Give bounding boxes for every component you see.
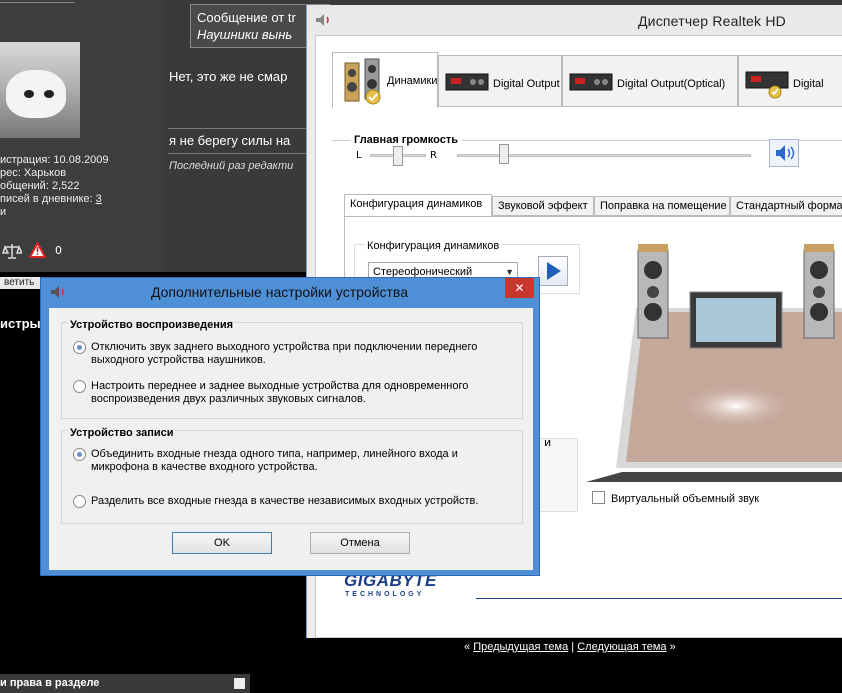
divider [476, 598, 842, 599]
diary-link[interactable]: 3 [96, 193, 102, 205]
ok-button[interactable]: OK [172, 532, 272, 554]
balance-right-label: R [430, 150, 437, 161]
reply-button[interactable]: ветить [0, 277, 40, 289]
tab-digital[interactable]: Digital [738, 55, 842, 107]
device-tabs: Динамики Digital Output Digital Output(O… [332, 52, 842, 110]
recording-device-group [61, 430, 523, 524]
balance-slider-thumb[interactable] [393, 146, 403, 166]
nav-separator: | [571, 641, 575, 653]
tab-digital-output-optical[interactable]: Digital Output(Optical) [562, 55, 738, 107]
tab-default-format[interactable]: Стандартный формат [730, 196, 842, 216]
tab-label: Digital Output [493, 78, 560, 90]
thread-navigation: « Предыдущая тема | Следующая тема » [464, 641, 676, 653]
icon-count: 0 [55, 244, 62, 257]
mute-button[interactable] [769, 139, 799, 167]
profile-line-extra: и [0, 206, 7, 218]
scales-icon[interactable] [2, 242, 22, 260]
virtual-surround-checkbox[interactable] [592, 491, 605, 504]
speaker-icon [51, 286, 64, 298]
permissions-bar: и права в разделе [0, 674, 250, 693]
virtual-surround-option[interactable]: Виртуальный объемный звук [592, 491, 759, 505]
volume-slider-thumb[interactable] [499, 144, 510, 164]
tab-digital-output[interactable]: Digital Output [438, 55, 562, 107]
divider [0, 0, 75, 3]
tab-speaker-config[interactable]: Конфигурация динамиков [344, 194, 492, 216]
permissions-label: и права в разделе [0, 677, 100, 689]
prev-thread-link[interactable]: Предыдущая тема [473, 641, 568, 653]
title-bar: Диспетчер Realtek HD [307, 5, 842, 35]
recording-group-title: Устройство записи [68, 427, 176, 439]
speaker-icon [316, 14, 329, 26]
radio-button[interactable] [73, 448, 86, 461]
hidden-group-label: и [544, 436, 552, 449]
user-profile-info: истрация: 10.08.2009 рес: Харьков общени… [0, 154, 109, 219]
profile-line-diary: писей в дневнике: 3 [0, 193, 102, 205]
quote-author: Сообщение от tr [197, 10, 296, 25]
edited-note: Последний раз редакти [169, 160, 294, 172]
radio-button[interactable] [73, 380, 86, 393]
tab-sound-effects[interactable]: Звуковой эффект [492, 196, 594, 216]
post-icons: 0 [2, 242, 72, 262]
post-signature: я не берегу силы на [169, 133, 291, 148]
post-text: Нет, это же не смар [169, 69, 288, 84]
radio-button[interactable] [73, 495, 86, 508]
option-label: Объединить входные гнезда одного типа, н… [91, 448, 458, 473]
digital-output-icon [445, 73, 489, 91]
section-heading-fragment: истры [0, 316, 41, 331]
home-icon[interactable] [233, 677, 246, 690]
profile-line-location: рес: Харьков [0, 167, 67, 179]
speaker-room-diagram [586, 244, 842, 482]
tab-label: Динамики [387, 75, 438, 87]
divider [168, 153, 318, 154]
window-title: Диспетчер Realtek HD [638, 13, 786, 29]
volume-icon [776, 145, 795, 161]
option-label: Отключить звук заднего выходного устройс… [91, 341, 478, 366]
playback-group-title: Устройство воспроизведения [68, 319, 236, 331]
avatar[interactable] [0, 42, 80, 138]
quote-text: Наушники вынь [197, 27, 293, 42]
master-volume-label: Главная громкость [350, 134, 463, 146]
tab-label: Digital Output(Optical) [617, 78, 726, 90]
gigabyte-logo-sub: TECHNOLOGY [345, 591, 425, 598]
cancel-button[interactable]: Отмена [310, 532, 410, 554]
tab-label: Digital [793, 78, 824, 90]
close-icon: ✕ [514, 281, 525, 295]
profile-line-registration: истрация: 10.08.2009 [0, 154, 109, 166]
radio-button[interactable] [73, 341, 86, 354]
play-icon [547, 262, 561, 280]
tab-speakers[interactable]: Динамики [332, 52, 438, 108]
virtual-surround-label: Виртуальный объемный звук [611, 493, 760, 505]
forum-user-panel: истрация: 10.08.2009 рес: Харьков общени… [0, 0, 162, 272]
next-marker: » [669, 641, 676, 653]
close-button[interactable]: ✕ [505, 278, 534, 298]
speaker-config-label: Конфигурация динамиков [364, 240, 503, 252]
next-thread-link[interactable]: Следующая тема [577, 641, 666, 653]
play-test-button[interactable] [538, 256, 568, 286]
report-warning-icon[interactable] [29, 242, 46, 258]
tab-room-correction[interactable]: Поправка на помещение [594, 196, 730, 216]
speakers-icon [344, 58, 381, 105]
divider [168, 128, 318, 129]
dialog-title: Дополнительные настройки устройства [151, 284, 408, 300]
dialog-content: Устройство воспроизведения Отключить зву… [49, 308, 533, 570]
digital-output-optical-icon [569, 73, 613, 91]
option-label: Настроить переднее и заднее выходные уст… [91, 380, 469, 405]
profile-line-posts: общений: 2,522 [0, 180, 80, 192]
config-tabs: Конфигурация динамиков Звуковой эффект П… [344, 194, 842, 216]
prev-marker: « [464, 641, 471, 653]
balance-left-label: L [356, 150, 362, 161]
advanced-device-settings-dialog: Дополнительные настройки устройства ✕ Ус… [40, 277, 540, 576]
option-label: Разделить все входные гнезда в качестве … [91, 495, 479, 507]
digital-icon [745, 71, 789, 99]
